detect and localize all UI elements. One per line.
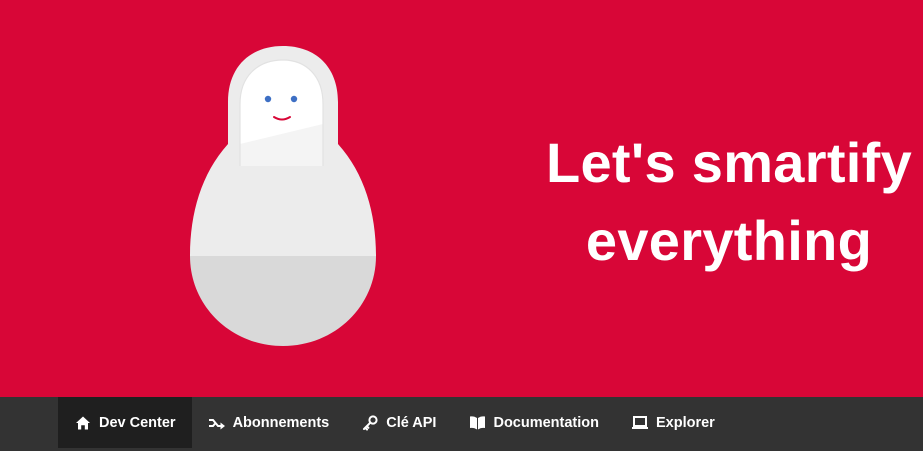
main-navbar: Dev Center Abonnements Clé API Documenta…: [0, 397, 923, 451]
laptop-icon: [631, 414, 649, 432]
shuffle-icon: [208, 414, 226, 432]
hero-tagline: Let's smartify everything: [524, 124, 923, 280]
doll-eye-left: [264, 95, 272, 103]
nav-item-label: Dev Center: [99, 414, 176, 431]
nav-item-explorer[interactable]: Explorer: [615, 397, 731, 448]
nav-item-abonnements[interactable]: Abonnements: [192, 397, 346, 448]
nav-item-cle-api[interactable]: Clé API: [345, 397, 452, 448]
nav-item-dev-center[interactable]: Dev Center: [58, 397, 192, 448]
hero-banner: Let's smartify everything: [0, 0, 923, 397]
matryoshka-doll-illustration: [190, 46, 376, 346]
nav-item-label: Documentation: [493, 414, 599, 431]
book-icon: [468, 414, 486, 432]
tagline-line-1: Let's smartify: [545, 131, 913, 194]
home-icon: [74, 414, 92, 432]
tagline-line-2: everything: [585, 209, 873, 272]
nav-item-documentation[interactable]: Documentation: [452, 397, 615, 448]
key-icon: [361, 414, 379, 432]
nav-item-label: Explorer: [656, 414, 715, 431]
nav-list: Dev Center Abonnements Clé API Documenta…: [58, 397, 731, 451]
nav-item-label: Abonnements: [232, 414, 330, 431]
doll-eye-right: [290, 95, 298, 103]
nav-item-label: Clé API: [386, 414, 437, 431]
